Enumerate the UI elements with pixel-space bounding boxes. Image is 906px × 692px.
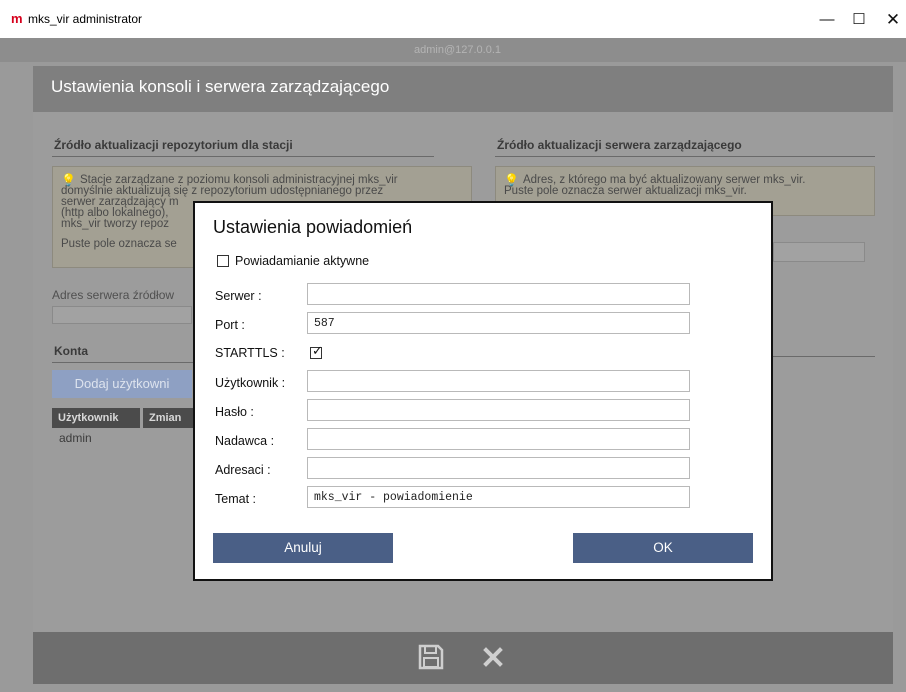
- close-window-button[interactable]: ✕: [879, 8, 906, 32]
- top-strip: admin@127.0.0.1: [0, 38, 906, 62]
- accounts-title: Konta: [54, 344, 88, 358]
- left-section-divider: [52, 156, 434, 157]
- recipients-label: Adresaci :: [215, 463, 271, 477]
- password-label: Hasło :: [215, 405, 254, 419]
- ok-button[interactable]: OK: [573, 533, 753, 563]
- panel-title: Ustawienia konsoli i serwera zarządzając…: [51, 77, 390, 96]
- port-input[interactable]: [307, 312, 690, 334]
- source-server-input[interactable]: [52, 306, 192, 324]
- sender-label: Nadawca :: [215, 434, 275, 448]
- info-line: Puste pole oznacza serwer aktualizacji m…: [504, 185, 747, 197]
- maximize-button[interactable]: ☐: [845, 8, 873, 32]
- host-label: admin@127.0.0.1: [414, 44, 502, 56]
- port-label: Port :: [215, 318, 245, 332]
- subject-input[interactable]: [307, 486, 690, 508]
- table-header-user: Użytkownik: [52, 408, 140, 428]
- notifications-active-checkbox[interactable]: [217, 255, 229, 267]
- user-input[interactable]: [307, 370, 690, 392]
- recipients-input[interactable]: [307, 457, 690, 479]
- starttls-label: STARTTLS :: [215, 346, 285, 360]
- user-label: Użytkownik :: [215, 376, 286, 390]
- left-section-title: Źródło aktualizacji repozytorium dla sta…: [54, 138, 293, 152]
- table-header-change: Zmian: [143, 408, 193, 428]
- right-server-input[interactable]: [773, 242, 865, 262]
- server-label: Serwer :: [215, 289, 262, 303]
- subject-label: Temat :: [215, 492, 256, 506]
- notification-settings-dialog: Ustawienia powiadomień Powiadamianie akt…: [193, 201, 773, 581]
- panel-header: Ustawienia konsoli i serwera zarządzając…: [33, 66, 893, 112]
- right-section-title: Źródło aktualizacji serwera zarządzające…: [497, 138, 742, 152]
- table-cell-user: admin: [59, 431, 92, 445]
- panel-footer: [33, 632, 893, 684]
- close-icon[interactable]: [478, 642, 508, 672]
- right-section-divider: [495, 156, 875, 157]
- source-server-label: Adres serwera źródłow: [52, 288, 175, 302]
- right-divider: [773, 356, 875, 357]
- cancel-button[interactable]: Anuluj: [213, 533, 393, 563]
- sender-input[interactable]: [307, 428, 690, 450]
- password-input[interactable]: [307, 399, 690, 421]
- window-title: mks_vir administrator: [28, 12, 143, 26]
- window-titlebar: m mks_vir administrator — ☐ ✕: [0, 0, 906, 38]
- starttls-checkbox[interactable]: ✓: [310, 343, 323, 359]
- server-input[interactable]: [307, 283, 690, 305]
- notifications-active-label: Powiadamianie aktywne: [235, 254, 370, 268]
- app-logo-icon: m: [11, 11, 23, 26]
- add-user-button[interactable]: Dodaj użytkowni: [52, 370, 192, 398]
- dialog-title: Ustawienia powiadomień: [213, 217, 413, 237]
- save-icon[interactable]: [416, 642, 446, 672]
- minimize-button[interactable]: —: [813, 8, 841, 32]
- accounts-divider: [52, 362, 202, 363]
- check-icon: ✓: [312, 343, 323, 358]
